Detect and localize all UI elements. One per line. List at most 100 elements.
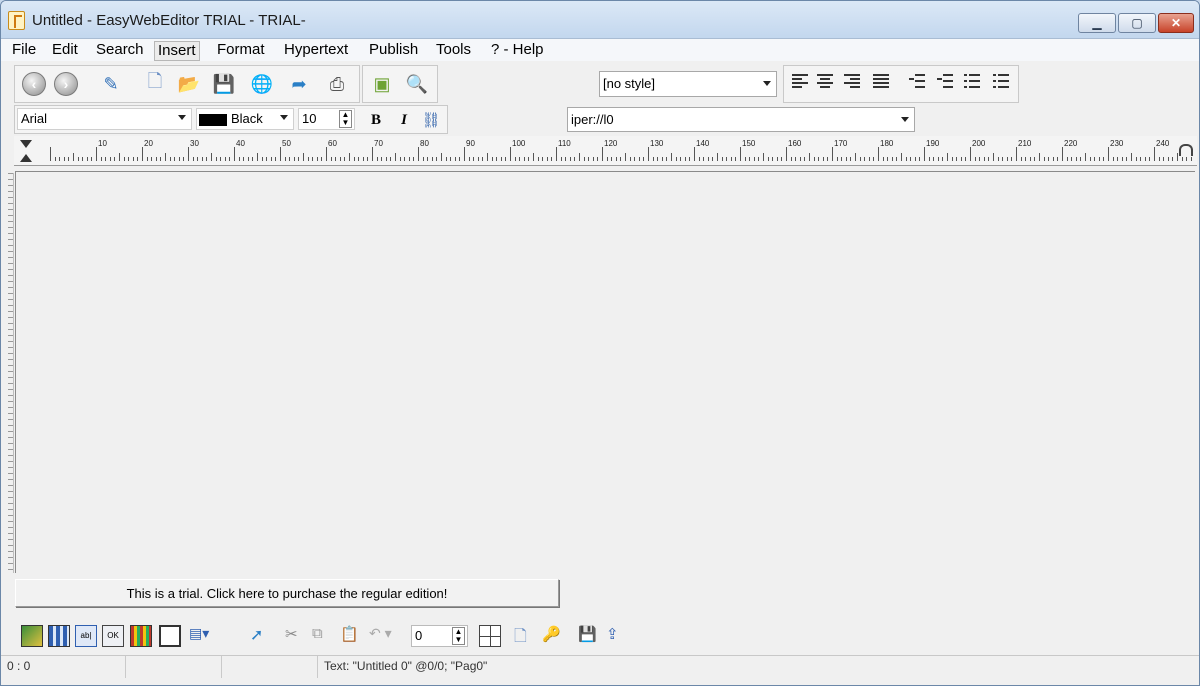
forward-icon[interactable]: › (52, 70, 80, 98)
ruler-tick (183, 157, 185, 161)
vruler-tick (8, 473, 13, 474)
horizontal-ruler[interactable]: 10 20 30 40 50 60 70 80 90 100 110 120 130 140 150 160 1… (14, 136, 1197, 166)
link-select[interactable]: iper://l0 (567, 107, 915, 132)
ruler-tick (818, 157, 820, 161)
font-size-stepper[interactable]: 10 ▲ ▼ (298, 108, 355, 130)
cursor-icon[interactable]: ➚ (250, 625, 272, 647)
insert-media-icon[interactable] (130, 625, 152, 647)
stepper-arrows-icon[interactable]: ▲ ▼ (339, 110, 352, 128)
menu-publish[interactable]: Publish (366, 41, 421, 59)
ruler-tick (643, 157, 645, 161)
close-button[interactable]: ✕ (1158, 13, 1194, 33)
ruler-tick (970, 147, 971, 161)
maximize-button[interactable]: ▢ (1118, 13, 1156, 33)
menu-format[interactable]: Format (214, 41, 268, 59)
open-folder-icon[interactable]: 📂 (175, 70, 203, 98)
document-icon[interactable]: 🗋 (514, 625, 536, 647)
vruler-tick (8, 305, 13, 306)
ruler-tick (160, 157, 162, 161)
ruler-tick (822, 157, 824, 161)
globe-publish-icon[interactable]: 🌐 (248, 70, 276, 98)
new-file-icon[interactable]: 🗋 (141, 70, 169, 98)
ruler-tick (896, 157, 898, 161)
menu-hypertext[interactable]: Hypertext (281, 41, 351, 59)
ruler-tick (450, 157, 452, 161)
ruler-tick (703, 157, 705, 161)
align-justify-icon[interactable] (873, 74, 889, 88)
vruler-tick (8, 191, 13, 192)
share-icon[interactable]: ➦ (285, 70, 313, 98)
magnifier-icon[interactable]: 🔍 (403, 70, 431, 98)
align-center-icon[interactable] (817, 74, 833, 88)
ruler-tick (128, 157, 130, 161)
insert-button-icon[interactable]: OK (102, 625, 124, 647)
vruler-tick (8, 491, 13, 492)
vruler-tick (8, 485, 13, 486)
style-select-value: [no style] (603, 76, 656, 91)
ruler-tick (533, 153, 534, 161)
style-select[interactable]: [no style] (599, 71, 777, 97)
ruler-tick (1098, 157, 1100, 161)
vruler-tick (8, 383, 13, 384)
trial-purchase-link[interactable]: This is a trial. Click here to purchase … (15, 579, 559, 607)
align-left-icon[interactable] (792, 74, 808, 88)
back-icon[interactable]: ‹ (20, 70, 48, 98)
undo-icon[interactable]: ↶ ▾ (369, 625, 405, 647)
stepper-arrows-icon[interactable]: ▲ ▼ (452, 627, 465, 645)
align-right-icon[interactable] (844, 74, 860, 88)
grid-icon[interactable] (479, 625, 501, 647)
ruler-tick (1029, 157, 1031, 161)
ruler-tick (1121, 157, 1123, 161)
hyperlink-icon[interactable]: ⛓ (417, 106, 445, 134)
ruler-tick (799, 157, 801, 161)
floppy-icon[interactable]: 💾 (578, 625, 600, 647)
key-icon[interactable]: 🔑 (542, 625, 564, 647)
menu-file[interactable]: File (9, 41, 39, 59)
bullet-list-icon[interactable] (964, 74, 980, 88)
upload-icon[interactable]: ⇪ (606, 625, 628, 647)
insert-object-icon[interactable]: ▤▾ (189, 625, 219, 647)
copy-icon[interactable]: ⧉ (312, 625, 334, 647)
ruler-tick (744, 157, 746, 161)
italic-button[interactable]: I (390, 106, 418, 134)
insert-textfield-icon[interactable]: ab| (75, 625, 97, 647)
cut-icon[interactable]: ✂ (285, 625, 307, 647)
ruler-tick (119, 153, 120, 161)
menu-tools[interactable]: Tools (433, 41, 474, 59)
ruler-tick (349, 153, 350, 161)
ruler-tick (1186, 157, 1188, 161)
book-icon[interactable]: ▣ (368, 70, 396, 98)
menu-edit[interactable]: Edit (49, 41, 81, 59)
editor-canvas[interactable] (15, 171, 1195, 573)
menu-help[interactable]: ? - Help (488, 41, 547, 59)
ruler-tick (542, 157, 544, 161)
ruler-tick (735, 157, 737, 161)
edit-icon[interactable]: ✎ (97, 70, 125, 98)
minimize-button[interactable]: ▁ (1078, 13, 1116, 33)
numbered-list-icon[interactable] (993, 74, 1009, 88)
ruler-tick (997, 157, 999, 161)
insert-frame-icon[interactable] (159, 625, 181, 647)
menu-search[interactable]: Search (93, 41, 147, 59)
bold-button[interactable]: B (362, 106, 390, 134)
ruler-tick (919, 157, 921, 161)
insert-table-icon[interactable] (48, 625, 70, 647)
spacing-stepper[interactable]: 0 ▲ ▼ (411, 625, 468, 647)
outdent-icon[interactable] (909, 74, 925, 88)
color-select[interactable]: Black (196, 108, 294, 130)
ruler-tick (215, 157, 217, 161)
menu-insert[interactable]: Insert (154, 41, 200, 61)
ruler-label: 140 (696, 139, 710, 148)
ruler-tick (224, 157, 226, 161)
insert-image-icon[interactable] (21, 625, 43, 647)
right-margin-marker-icon[interactable] (1179, 144, 1193, 156)
save-icon[interactable]: 💾 (210, 70, 238, 98)
font-select[interactable]: Arial (17, 108, 192, 130)
paste-icon[interactable]: 📋 (340, 625, 362, 647)
indent-marker-icon[interactable] (20, 140, 32, 162)
vruler-tick (8, 569, 13, 570)
vruler-tick (8, 179, 13, 180)
vruler-tick (8, 221, 13, 222)
indent-icon[interactable] (937, 74, 953, 88)
print-icon[interactable]: ⎙ (323, 70, 351, 98)
